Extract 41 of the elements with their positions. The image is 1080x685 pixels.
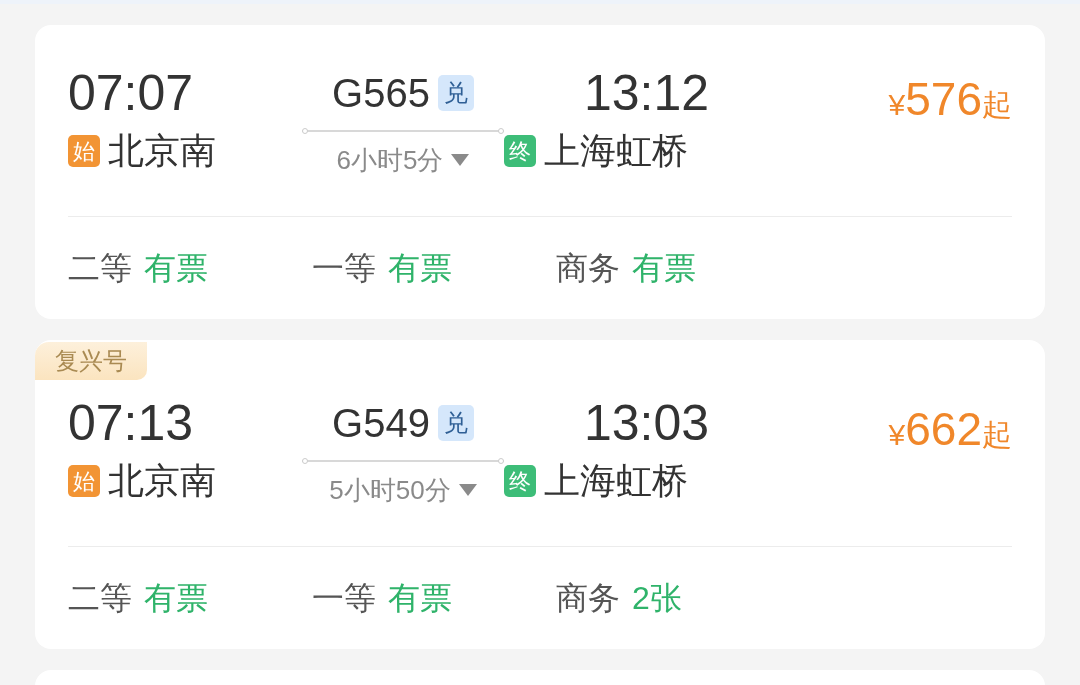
seat-class: 一等 <box>312 579 376 617</box>
seat-availability: 有票 <box>144 249 208 287</box>
exchange-tag: 兑 <box>437 75 474 111</box>
seat-class: 商务 <box>556 249 620 287</box>
price-suffix: 起 <box>982 87 1012 123</box>
arrival-station: 上海虹桥 <box>544 459 688 503</box>
exchange-tag: 兑 <box>437 405 474 441</box>
train-type-badge: 复兴号 <box>35 342 147 380</box>
duration-text: 5小时50分 <box>329 474 451 506</box>
caret-icon[interactable] <box>458 484 477 496</box>
arrival-time: 13:12 <box>583 64 709 123</box>
departure-station: 北京南 <box>108 129 216 173</box>
arrival-station: 上海虹桥 <box>544 129 688 173</box>
seat-class: 一等 <box>312 249 376 287</box>
price-amount: 576 <box>905 72 982 127</box>
train-number: G565 <box>332 70 430 117</box>
caret-icon[interactable] <box>451 154 470 166</box>
train-card[interactable]: 07:07 始 北京南 G565 兑 6小时5分 13:12 终 上海虹桥 ¥576起 二等 有票 一等 有票 商务 有票 <box>35 25 1045 319</box>
seat-class: 二等 <box>68 579 132 617</box>
departure-time: 07:07 <box>68 64 195 123</box>
departure-station: 北京南 <box>108 459 216 503</box>
currency-symbol: ¥ <box>888 418 906 453</box>
arrival-time: 13:03 <box>583 394 709 453</box>
seat-class: 二等 <box>68 249 132 287</box>
start-tag: 始 <box>68 135 100 167</box>
train-card[interactable]: 复兴号 07:13 始 北京南 G549 兑 5小时50分 13:03 终 上海虹桥 ¥662起 二等 有票 一等 有票 商务 2张 <box>35 340 1045 649</box>
seat-availability: 2张 <box>632 579 682 617</box>
seat-availability: 有票 <box>632 249 696 287</box>
start-tag: 始 <box>68 465 100 497</box>
end-tag: 终 <box>504 465 536 497</box>
duration-text: 6小时5分 <box>336 144 444 176</box>
seat-availability: 有票 <box>144 579 208 617</box>
currency-symbol: ¥ <box>888 88 906 123</box>
departure-time: 07:13 <box>68 394 195 453</box>
price-amount: 662 <box>905 402 982 457</box>
seat-availability: 有票 <box>388 249 452 287</box>
train-number: G549 <box>332 400 430 447</box>
seat-class: 商务 <box>556 579 620 617</box>
end-tag: 终 <box>504 135 536 167</box>
price-suffix: 起 <box>982 417 1012 453</box>
seat-availability: 有票 <box>388 579 452 617</box>
